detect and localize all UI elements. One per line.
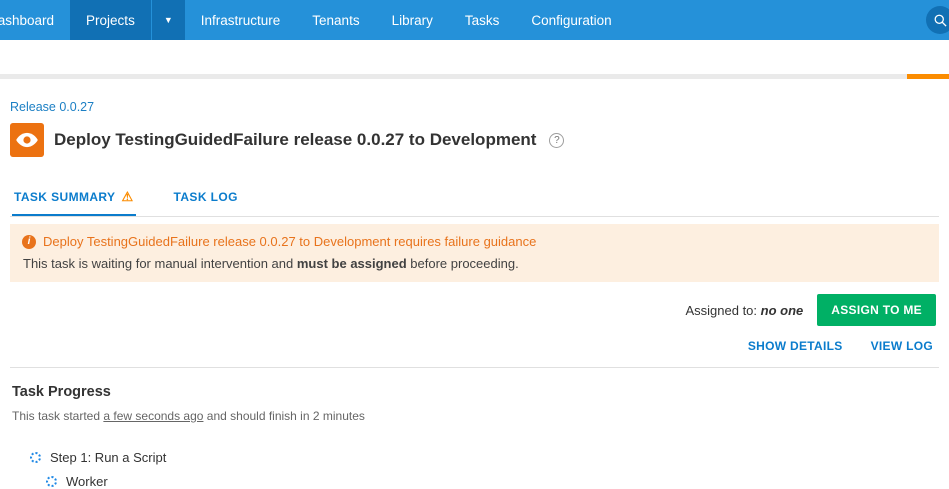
- top-nav: Dashboard Projects ▼ Infrastructure Tena…: [0, 0, 949, 40]
- breadcrumb-release-link[interactable]: Release 0.0.27: [10, 100, 94, 114]
- page-title: Deploy TestingGuidedFailure release 0.0.…: [54, 130, 537, 149]
- tab-task-summary-label: TASK SUMMARY: [14, 190, 116, 204]
- nav-item-projects[interactable]: Projects: [70, 0, 151, 40]
- projects-dropdown-caret-icon[interactable]: ▼: [151, 0, 185, 40]
- assigned-to-value: no one: [760, 302, 804, 318]
- magnifier-glyph: [934, 14, 947, 27]
- warning-icon: ⚠: [121, 189, 134, 204]
- assigned-to-text: Assigned to:: [685, 302, 758, 318]
- nav-item-tasks[interactable]: Tasks: [449, 0, 516, 40]
- nav-item-tenants[interactable]: Tenants: [296, 0, 375, 40]
- nav-item-infrastructure[interactable]: Infrastructure: [185, 0, 297, 40]
- page-progress-bar: [0, 74, 949, 79]
- alert-body-bold: must be assigned: [296, 256, 407, 271]
- step-1-label: Step 1: Run a Script: [50, 450, 167, 465]
- assignment-row: Assigned to: no one ASSIGN TO ME: [10, 294, 939, 326]
- step-item-1-worker[interactable]: Worker: [46, 474, 939, 489]
- page-progress-fill: [907, 74, 949, 79]
- search-icon[interactable]: [926, 6, 949, 34]
- page-header: Deploy TestingGuidedFailure release 0.0.…: [10, 123, 939, 157]
- assigned-to-label: Assigned to: no one: [685, 303, 803, 318]
- assign-to-me-button[interactable]: ASSIGN TO ME: [817, 294, 936, 326]
- worker-label: Worker: [66, 474, 108, 489]
- task-page: Release 0.0.27 Deploy TestingGuidedFailu…: [0, 79, 949, 489]
- main-nav: Dashboard Projects ▼ Infrastructure Tena…: [0, 0, 628, 40]
- view-log-link[interactable]: VIEW LOG: [871, 339, 933, 353]
- alert-body-suffix: before proceeding.: [406, 256, 519, 271]
- started-mid: and should finish in: [203, 409, 313, 423]
- alert-title: Deploy TestingGuidedFailure release 0.0.…: [43, 234, 537, 249]
- step-list: Step 1: Run a Script Worker: [10, 450, 939, 489]
- tab-task-log[interactable]: TASK LOG: [172, 179, 240, 216]
- nav-item-configuration[interactable]: Configuration: [515, 0, 627, 40]
- alert-body-prefix: This task is waiting for manual interven…: [23, 256, 297, 271]
- info-icon: i: [22, 234, 36, 249]
- spinner-icon: [46, 476, 57, 487]
- started-prefix: This task started: [12, 409, 104, 423]
- alert-body: This task is waiting for manual interven…: [22, 256, 927, 271]
- deployment-task-icon: [10, 123, 44, 157]
- finish-time: 2 minutes: [312, 409, 365, 423]
- help-icon[interactable]: ?: [549, 132, 565, 148]
- tab-task-summary[interactable]: TASK SUMMARY ⚠: [12, 179, 136, 216]
- task-tabs: TASK SUMMARY ⚠ TASK LOG: [10, 179, 939, 217]
- spinner-icon: [30, 452, 41, 463]
- alert-title-row: i Deploy TestingGuidedFailure release 0.…: [22, 234, 927, 249]
- step-item-1[interactable]: Step 1: Run a Script: [30, 450, 939, 465]
- started-time[interactable]: a few seconds ago: [103, 409, 203, 423]
- guided-failure-alert: i Deploy TestingGuidedFailure release 0.…: [10, 224, 939, 282]
- task-progress-heading: Task Progress: [12, 384, 111, 400]
- task-progress-subtext: This task started a few seconds ago and …: [10, 409, 939, 423]
- show-details-link[interactable]: SHOW DETAILS: [748, 339, 843, 353]
- tab-task-log-label: TASK LOG: [173, 190, 238, 204]
- task-links-row: SHOW DETAILS VIEW LOG: [10, 339, 939, 368]
- nav-item-library[interactable]: Library: [376, 0, 449, 40]
- nav-item-dashboard[interactable]: Dashboard: [0, 0, 70, 40]
